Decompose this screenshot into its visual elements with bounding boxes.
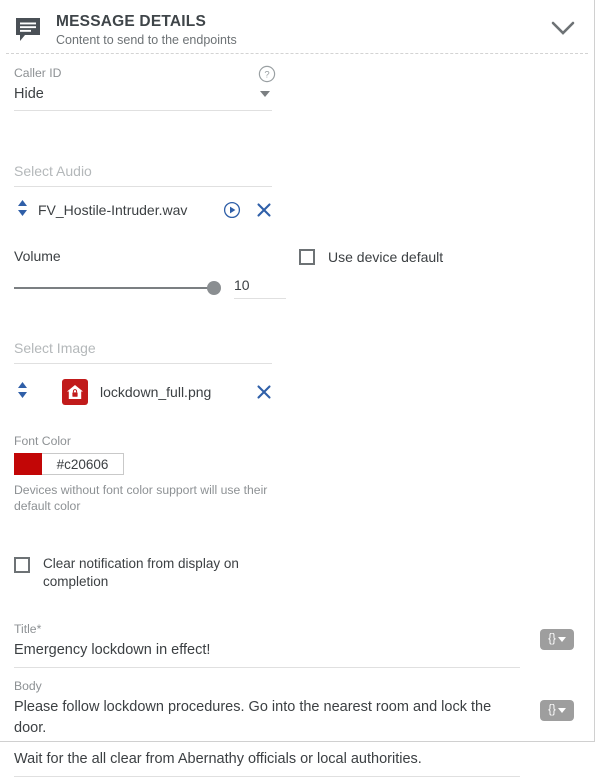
page-title: MESSAGE DETAILS [56, 13, 206, 30]
volume-slider-row: 10 [14, 277, 580, 299]
volume-slider[interactable] [14, 281, 221, 295]
font-color-group: Font Color #c20606 Devices without font … [14, 433, 580, 514]
message-bubble-icon [14, 15, 44, 45]
caller-id-label: Caller ID [14, 66, 62, 80]
caller-id-select[interactable]: Hide [14, 84, 272, 111]
panel-content: Caller ID ? Hide Select Audio FV_Hostile… [0, 65, 594, 777]
title-input[interactable]: Emergency lockdown in effect! [14, 637, 520, 668]
header-divider [6, 53, 588, 54]
body-token-button[interactable]: {} [540, 700, 574, 721]
header-text-group: MESSAGE DETAILS Content to send to the e… [56, 10, 546, 49]
image-file-name: lockdown_full.png [100, 384, 212, 400]
chevron-down-icon [551, 21, 575, 35]
caret-down-icon [557, 708, 566, 713]
font-color-swatch[interactable] [14, 453, 42, 475]
remove-image-close-icon[interactable] [256, 384, 272, 400]
select-image-label[interactable]: Select Image [14, 340, 272, 364]
body-field: Body Please follow lockdown procedures. … [14, 678, 580, 777]
font-color-hex-input[interactable]: #c20606 [42, 453, 124, 475]
remove-audio-close-icon[interactable] [256, 202, 272, 218]
title-field: Title* Emergency lockdown in effect! {} [14, 621, 580, 668]
body-line-1: Please follow lockdown procedures. Go in… [14, 699, 492, 736]
audio-list-item: FV_Hostile-Intruder.wav [14, 193, 272, 227]
body-token-label: {} [548, 704, 556, 716]
title-label-text: Title [14, 622, 37, 636]
house-lock-icon [67, 385, 83, 399]
caller-id-field: Caller ID ? Hide [14, 65, 276, 111]
message-details-panel: MESSAGE DETAILS Content to send to the e… [0, 0, 595, 777]
title-required-marker: * [36, 622, 42, 636]
spacer-image [14, 299, 580, 340]
volume-label: Volume [14, 248, 61, 264]
page-subtitle: Content to send to the endpoints [56, 33, 237, 47]
body-line-2: Wait for the all clear from Abernathy of… [14, 751, 422, 767]
image-list-item: lockdown_full.png [14, 375, 272, 409]
sort-updown-icon-image[interactable] [14, 381, 30, 404]
spacer-audio [14, 111, 580, 163]
help-circle-icon[interactable]: ? [258, 65, 276, 83]
title-label: Title* [14, 621, 520, 637]
svg-text:?: ? [264, 69, 269, 80]
caller-id-value: Hide [14, 86, 44, 102]
use-device-default-row[interactable]: Use device default [299, 248, 443, 266]
title-token-button[interactable]: {} [540, 629, 574, 650]
body-input[interactable]: Please follow lockdown procedures. Go in… [14, 694, 520, 777]
clear-notification-checkbox[interactable] [14, 557, 30, 573]
collapse-panel-button[interactable] [546, 20, 580, 41]
sort-updown-icon[interactable] [14, 199, 30, 222]
body-label: Body [14, 679, 42, 693]
title-token-label: {} [548, 633, 556, 645]
clear-notification-label: Clear notification from display on compl… [43, 556, 239, 589]
caret-down-icon [557, 637, 566, 642]
image-thumbnail[interactable] [62, 379, 88, 405]
font-color-picker: #c20606 [14, 453, 124, 475]
audio-file-name: FV_Hostile-Intruder.wav [38, 202, 188, 218]
font-color-help-text: Devices without font color support will … [14, 483, 268, 513]
volume-value[interactable]: 10 [234, 277, 286, 299]
caret-down-icon [260, 91, 270, 97]
font-color-label: Font Color [14, 434, 71, 448]
use-device-default-checkbox[interactable] [299, 249, 315, 265]
volume-group: Volume 10 Use device default [14, 248, 580, 299]
use-device-default-label: Use device default [328, 249, 444, 265]
panel-header: MESSAGE DETAILS Content to send to the e… [0, 0, 594, 47]
clear-notification-row[interactable]: Clear notification from display on compl… [14, 555, 580, 591]
select-audio-label[interactable]: Select Audio [14, 163, 272, 187]
play-circle-icon[interactable] [223, 201, 241, 219]
volume-slider-thumb[interactable] [207, 281, 221, 295]
